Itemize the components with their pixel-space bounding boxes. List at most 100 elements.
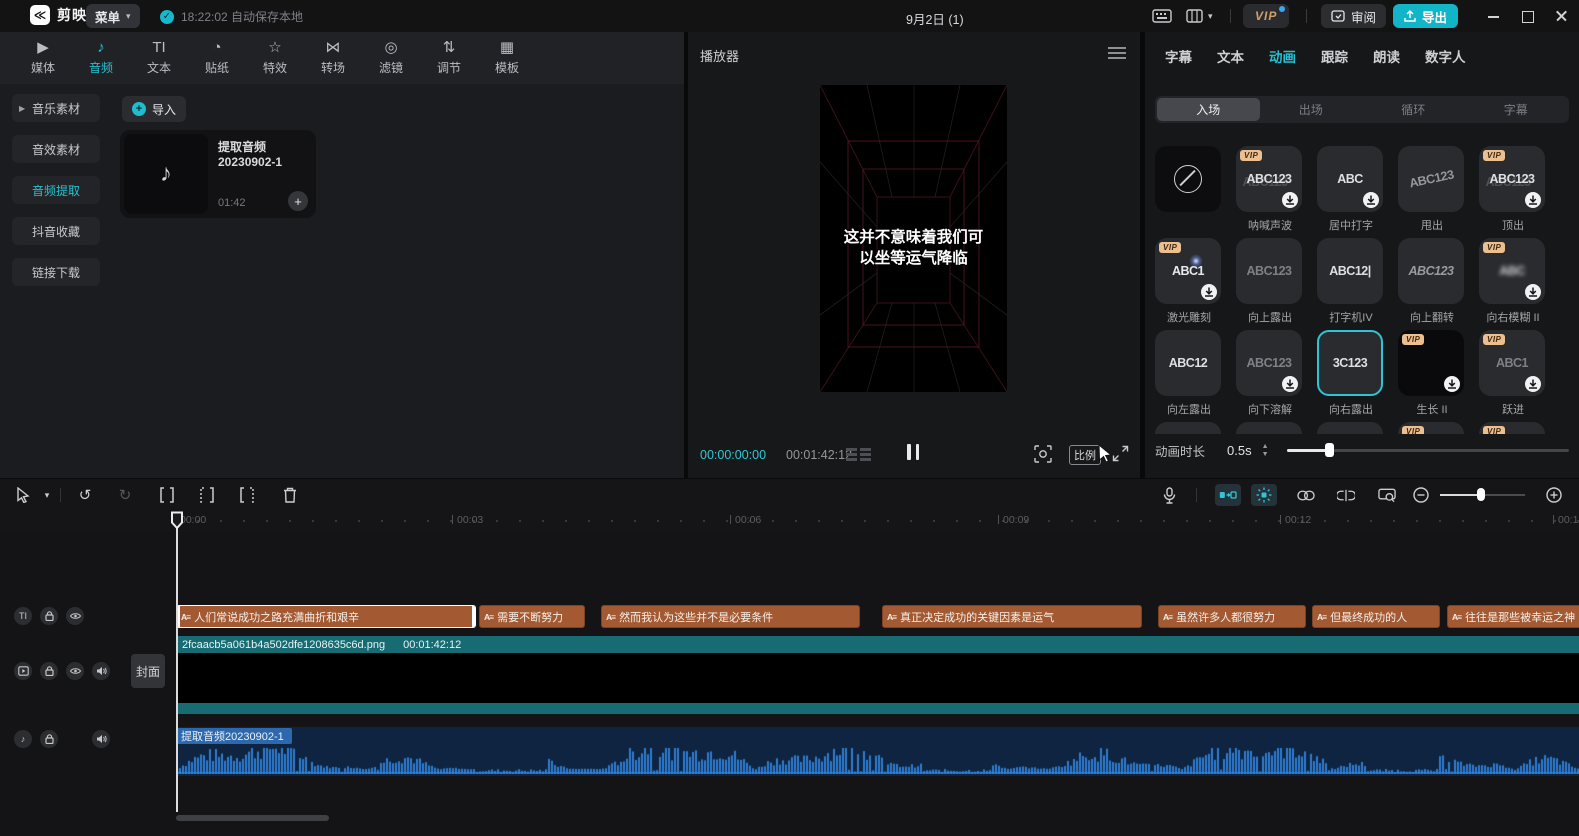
eye-icon[interactable] — [66, 662, 84, 680]
text-clip[interactable]: 虽然许多人都很努力 — [1158, 605, 1306, 628]
text-clip[interactable]: 然而我认为这些并不是必要条件 — [601, 605, 860, 628]
eye-icon[interactable] — [66, 607, 84, 625]
minimize-button[interactable] — [1486, 8, 1502, 24]
delete-right-button[interactable] — [238, 486, 256, 504]
duration-slider[interactable] — [1287, 443, 1569, 457]
media-tab[interactable]: ♪ 音频 — [72, 32, 130, 84]
animation-subtab[interactable]: 循环 — [1362, 98, 1465, 121]
player-menu-icon[interactable] — [1108, 47, 1126, 59]
video-clip[interactable]: 2fcaacb5a061b4a502dfe1208635c6d.png 00:0… — [176, 636, 1579, 714]
playhead-line[interactable] — [176, 512, 178, 812]
animation-tile[interactable]: VIP — [1479, 422, 1545, 434]
animation-tile[interactable]: ABC12| — [1317, 238, 1383, 304]
export-button[interactable]: 导出 — [1393, 4, 1458, 28]
sidebar-item[interactable]: 链接下载 — [12, 258, 100, 286]
review-button[interactable]: 审阅 — [1321, 4, 1386, 28]
panel-tab[interactable]: 文本 — [1217, 46, 1244, 66]
animation-tile[interactable]: VIP ABC1 — [1155, 238, 1221, 304]
sidebar-item[interactable]: 抖音收藏 — [12, 217, 100, 245]
media-tab[interactable]: ⇅ 调节 — [420, 32, 478, 84]
panel-tab[interactable]: 动画 — [1269, 46, 1296, 66]
video-preview[interactable]: 这并不意味着我们可 以坐等运气降临 — [820, 85, 1007, 392]
lock-icon[interactable] — [40, 662, 58, 680]
add-to-track-button[interactable] — [288, 191, 308, 211]
media-tab[interactable]: ◔ 贴纸 — [188, 32, 246, 84]
animation-tile[interactable]: ABC12 — [1155, 330, 1221, 396]
mute-icon[interactable] — [92, 730, 110, 748]
cover-button[interactable]: 封面 — [131, 654, 165, 688]
layout-chevron-icon[interactable]: ▾ — [1208, 11, 1213, 22]
audio-clip[interactable]: 提取音频20230902-1 — [176, 727, 1579, 776]
delete-button[interactable] — [281, 486, 299, 504]
menu-button[interactable]: 菜单 ▾ — [86, 4, 140, 28]
animation-tile[interactable] — [1236, 422, 1302, 434]
animation-tile[interactable]: 3C123 — [1317, 330, 1383, 396]
animation-subtab[interactable]: 出场 — [1260, 98, 1363, 121]
split-button[interactable] — [158, 486, 176, 504]
unlink-clips-button[interactable] — [1337, 486, 1355, 504]
duration-stepper[interactable]: ▲▼ — [1262, 443, 1269, 458]
horizontal-scrollbar[interactable] — [176, 815, 329, 821]
duration-slider-handle[interactable] — [1325, 443, 1334, 457]
animation-tile[interactable]: VIP ABC — [1479, 238, 1545, 304]
animation-tile[interactable]: VIP — [1398, 330, 1464, 396]
animation-tile[interactable] — [1155, 146, 1221, 212]
record-voiceover-button[interactable] — [1160, 486, 1178, 504]
redo-button[interactable]: ↻ — [116, 486, 134, 504]
text-clip[interactable]: 但最终成功的人 — [1312, 605, 1440, 628]
animation-tile[interactable] — [1317, 422, 1383, 434]
text-clip[interactable]: 往往是那些被幸运之神 — [1447, 605, 1579, 628]
animation-tile[interactable]: ABC123 — [1236, 238, 1302, 304]
select-tool-button[interactable] — [14, 486, 32, 504]
fullscreen-icon[interactable] — [1112, 445, 1129, 462]
sidebar-item[interactable]: ▶ 音乐素材 — [12, 94, 100, 122]
aspect-ratio-button[interactable]: 比例 — [1069, 445, 1101, 465]
preview-quality-icon[interactable] — [1034, 445, 1052, 463]
animation-subtab[interactable]: 入场 — [1157, 98, 1260, 121]
pause-button[interactable] — [906, 444, 920, 460]
sidebar-item[interactable]: 音效素材 — [12, 135, 100, 163]
undo-button[interactable]: ↺ — [76, 486, 94, 504]
animation-tile[interactable] — [1155, 422, 1221, 434]
sidebar-item[interactable]: 音频提取 — [12, 176, 100, 204]
auto-snap-toggle[interactable] — [1251, 484, 1277, 506]
lock-icon[interactable] — [40, 730, 58, 748]
select-tool-chevron[interactable]: ▾ — [38, 486, 56, 504]
media-tab[interactable]: ⋈ 转场 — [304, 32, 362, 84]
delete-left-button[interactable] — [198, 486, 216, 504]
panel-tab[interactable]: 跟踪 — [1321, 46, 1348, 66]
text-clip[interactable]: 真正决定成功的关键因素是运气 — [882, 605, 1142, 628]
animation-subtab[interactable]: 字幕 — [1465, 98, 1568, 121]
media-tab[interactable]: ▶ 媒体 — [14, 32, 72, 84]
import-button[interactable]: 导入 — [122, 96, 186, 122]
playhead-handle[interactable] — [170, 511, 184, 530]
panel-tab[interactable]: 字幕 — [1165, 46, 1192, 66]
animation-tile[interactable]: ABC123 — [1398, 238, 1464, 304]
text-clip[interactable]: 人们常说成功之路充满曲折和艰辛 — [176, 605, 476, 628]
media-tab[interactable]: ☆ 特效 — [246, 32, 304, 84]
panel-tab[interactable]: 数字人 — [1425, 46, 1466, 66]
animation-tile[interactable]: ABC123 — [1398, 146, 1464, 212]
animation-tile[interactable]: VIP ABC123 — [1479, 146, 1545, 212]
layout-switch-icon[interactable] — [1186, 9, 1203, 23]
animation-tile[interactable]: ABC123 — [1236, 330, 1302, 396]
preview-zoom-button[interactable] — [1378, 486, 1396, 504]
animation-tile[interactable]: ABC — [1317, 146, 1383, 212]
audio-asset-card[interactable]: ♪ 提取音频 20230902-1 01:42 — [120, 130, 316, 218]
vip-badge[interactable]: VIP — [1243, 4, 1289, 28]
link-clips-button[interactable] — [1297, 486, 1315, 504]
text-clip[interactable]: 需要不断努力 — [479, 605, 585, 628]
timeline-zoom-handle[interactable] — [1477, 488, 1485, 501]
shortcut-keyboard-icon[interactable] — [1152, 9, 1172, 23]
frame-list-icon[interactable] — [846, 447, 872, 462]
lock-icon[interactable] — [40, 607, 58, 625]
media-tab[interactable]: TI 文本 — [130, 32, 188, 84]
mute-icon[interactable] — [92, 662, 110, 680]
media-tab[interactable]: ▦ 模板 — [478, 32, 536, 84]
close-button[interactable] — [1554, 8, 1570, 24]
timeline-zoom-slider[interactable] — [1440, 493, 1525, 497]
media-tab[interactable]: ◎ 滤镜 — [362, 32, 420, 84]
panel-tab[interactable]: 朗读 — [1373, 46, 1400, 66]
maximize-button[interactable] — [1520, 8, 1536, 24]
animation-tile[interactable]: VIP ABC123 — [1236, 146, 1302, 212]
